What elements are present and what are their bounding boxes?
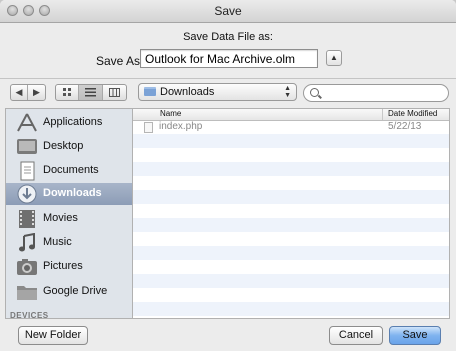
icon-view-button[interactable] (56, 85, 80, 100)
movies-icon (19, 210, 35, 228)
column-divider (382, 109, 383, 120)
search-icon (310, 88, 319, 97)
sidebar-item-google-drive[interactable]: Google Drive (6, 281, 132, 303)
column-view-icon (108, 88, 120, 97)
view-mode-control (55, 84, 127, 101)
empty-row (133, 302, 449, 316)
save-dialog: Save Save Data File as: Save As: ▲ ◀ ▶ (0, 0, 456, 351)
filename-input[interactable] (140, 49, 318, 68)
back-arrow-icon: ◀ (15, 87, 23, 97)
icon-view-icon (62, 88, 71, 96)
save-caption: Save Data File as: (183, 31, 273, 43)
empty-row (133, 288, 449, 302)
sidebar-item-label: Downloads (43, 187, 102, 199)
empty-row (133, 218, 449, 232)
empty-row (133, 232, 449, 246)
chevron-up-icon: ▲ (330, 53, 338, 62)
empty-row (133, 190, 449, 204)
empty-row (133, 260, 449, 274)
sidebar-item-label: Desktop (43, 140, 84, 152)
downloads-icon (17, 184, 37, 204)
empty-row (133, 176, 449, 190)
empty-row (133, 148, 449, 162)
empty-row (133, 246, 449, 260)
empty-row (133, 162, 449, 176)
php-file-icon (144, 122, 153, 133)
forward-button[interactable]: ▶ (28, 85, 45, 100)
list-view-icon (85, 88, 97, 97)
file-list: Name Date Modified index.php 5/22/13 (132, 108, 450, 319)
new-folder-button[interactable]: New Folder (18, 326, 88, 345)
music-icon (19, 233, 35, 252)
column-view-button[interactable] (103, 85, 126, 100)
desktop-icon (17, 139, 37, 154)
save-as-label: Save As: (96, 54, 144, 68)
sidebar-item-label: Documents (43, 164, 99, 176)
empty-row (133, 134, 449, 148)
location-popup[interactable]: Downloads ▲ ▼ (138, 83, 297, 101)
toolbar-divider (0, 78, 456, 79)
window-title: Save (214, 4, 242, 18)
sidebar-item-label: Movies (43, 212, 78, 224)
sidebar-item-applications[interactable]: Applications (6, 112, 132, 134)
list-view-button[interactable] (79, 85, 103, 100)
pictures-icon (17, 259, 37, 275)
sidebar-item-label: Pictures (43, 260, 83, 272)
sidebar-item-label: Music (43, 236, 72, 248)
file-name: index.php (159, 121, 203, 132)
sidebar-item-downloads[interactable]: Downloads (6, 183, 132, 205)
cancel-button[interactable]: Cancel (329, 326, 383, 345)
save-button[interactable]: Save (389, 326, 441, 345)
file-date: 5/22/13 (388, 121, 422, 132)
updown-chevron-icon: ▲ ▼ (284, 85, 291, 99)
sidebar-item-pictures[interactable]: Pictures (6, 256, 132, 278)
sidebar-item-movies[interactable]: Movies (6, 208, 132, 230)
back-button[interactable]: ◀ (11, 85, 29, 100)
documents-icon (20, 161, 35, 181)
sidebar-item-label: Applications (43, 116, 103, 128)
title-bar: Save (0, 0, 456, 23)
sidebar-item-label: Google Drive (43, 285, 108, 297)
folder-icon (17, 286, 37, 300)
column-header-name[interactable]: Name (160, 109, 181, 118)
collapse-panel-button[interactable]: ▲ (326, 50, 342, 66)
sidebar-item-documents[interactable]: Documents (6, 160, 132, 182)
sidebar-section-header: DEVICES (10, 311, 49, 319)
empty-row (133, 274, 449, 288)
empty-row (133, 204, 449, 218)
sidebar: Applications Desktop Documents Downloads (5, 108, 132, 319)
table-row[interactable]: index.php 5/22/13 (133, 120, 449, 134)
downloads-folder-icon (144, 87, 156, 96)
forward-arrow-icon: ▶ (33, 87, 40, 97)
sidebar-item-desktop[interactable]: Desktop (6, 136, 132, 158)
location-label: Downloads (160, 86, 215, 98)
applications-icon (17, 113, 37, 132)
search-field[interactable] (303, 84, 449, 102)
column-header-date-modified[interactable]: Date Modified (388, 109, 437, 118)
sidebar-item-music[interactable]: Music (6, 232, 132, 254)
history-navigation: ◀ ▶ (10, 84, 46, 101)
